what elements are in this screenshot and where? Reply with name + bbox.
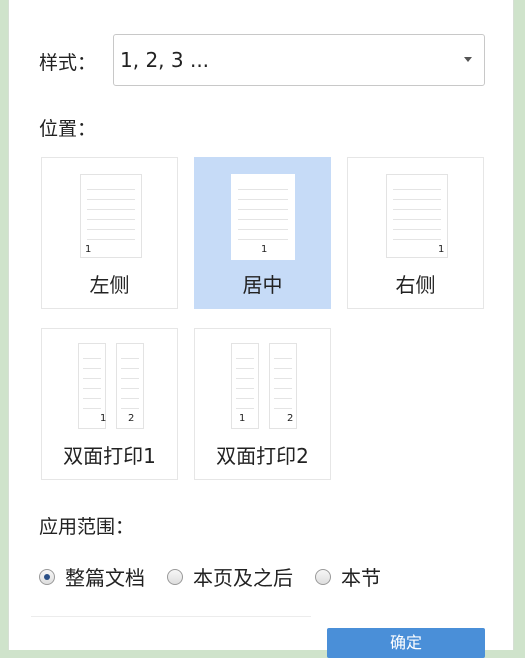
apply-range-radio-group: 整篇文档 本页及之后 本节 xyxy=(39,562,403,591)
position-option-duplex-1[interactable]: 1 2 双面打印1 xyxy=(41,328,178,480)
radio-checked-icon[interactable] xyxy=(39,568,55,585)
position-option-label: 居中 xyxy=(242,273,283,297)
position-option-label: 双面打印2 xyxy=(216,444,309,468)
position-option-label: 双面打印1 xyxy=(63,444,156,468)
page-number-2: 2 xyxy=(287,413,294,424)
position-option-label: 右侧 xyxy=(395,273,436,297)
style-select-value: 1, 2, 3 ... xyxy=(120,48,210,72)
page-number-1: 1 xyxy=(438,244,445,255)
apply-range-label: 应用范围： xyxy=(39,516,135,538)
page-number-2: 2 xyxy=(128,413,135,424)
radio-label: 本页及之后 xyxy=(193,566,293,590)
radio-whole-document[interactable]: 整篇文档 xyxy=(39,562,145,591)
radio-this-section[interactable]: 本节 xyxy=(315,562,381,591)
chevron-down-icon xyxy=(464,57,472,62)
radio-unchecked-icon[interactable] xyxy=(315,568,331,585)
radio-label: 整篇文档 xyxy=(65,566,145,590)
position-option-duplex-2[interactable]: 1 2 双面打印2 xyxy=(194,328,331,480)
style-label: 样式： xyxy=(39,52,97,74)
position-option-center[interactable]: 1 居中 xyxy=(194,157,331,309)
position-option-label: 左侧 xyxy=(89,273,130,297)
page-number-1: 1 xyxy=(239,413,246,424)
radio-unchecked-icon[interactable] xyxy=(167,568,183,585)
page-number-1: 1 xyxy=(85,244,92,255)
page-number-1: 1 xyxy=(100,413,107,424)
radio-this-page-onward[interactable]: 本页及之后 xyxy=(167,562,293,591)
position-option-right[interactable]: 1 右侧 xyxy=(347,157,484,309)
radio-label: 本节 xyxy=(341,566,381,590)
divider xyxy=(31,616,311,617)
page-number-panel: 样式： 1, 2, 3 ... 位置： 1 左侧 1 居中 1 右侧 1 2 双… xyxy=(8,0,514,658)
position-option-left[interactable]: 1 左侧 xyxy=(41,157,178,309)
page-number-1: 1 xyxy=(261,244,268,255)
position-label: 位置： xyxy=(39,118,97,140)
style-select[interactable]: 1, 2, 3 ... xyxy=(113,34,485,86)
confirm-button[interactable]: 确定 xyxy=(327,628,485,658)
